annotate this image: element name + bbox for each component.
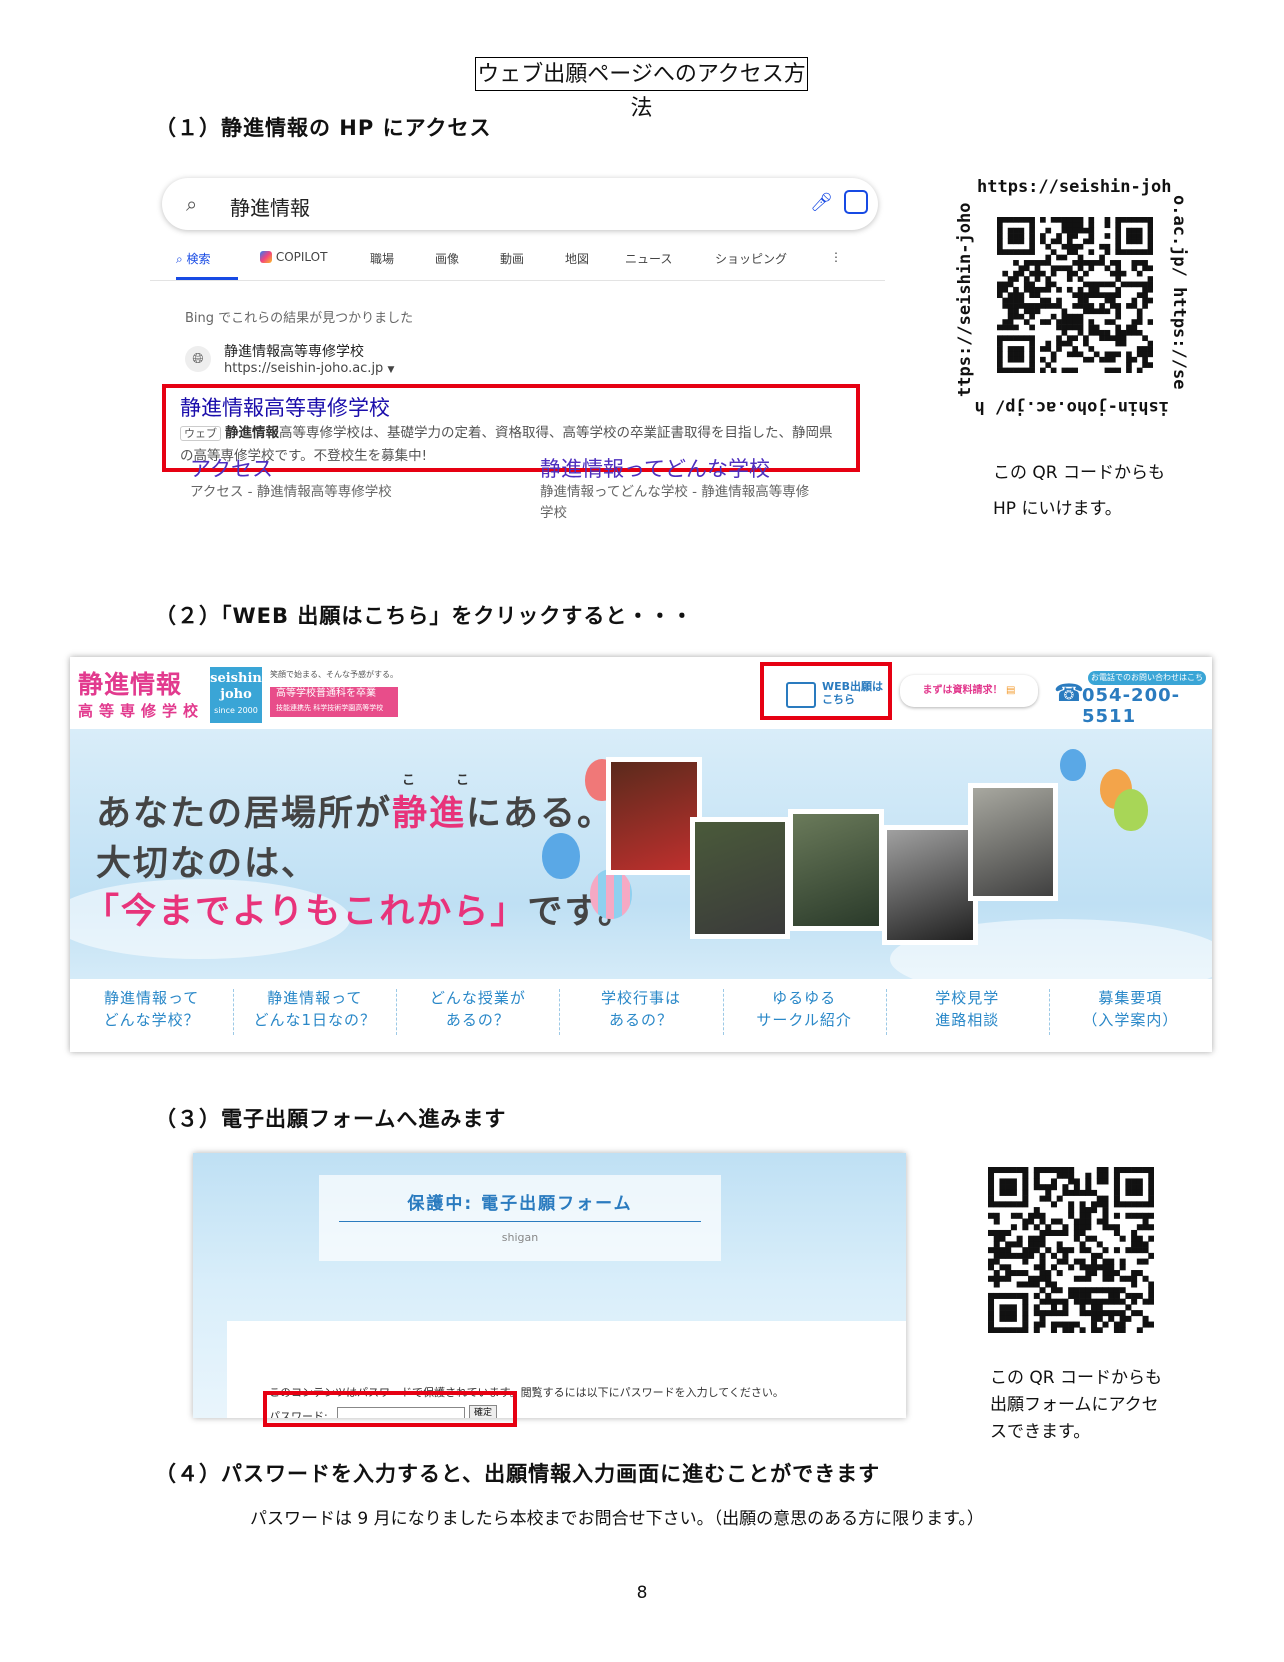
copilot-icon <box>260 251 272 263</box>
tab-images[interactable]: 画像 <box>435 250 459 267</box>
nav-item-2[interactable]: 静進情報って どんな1日なの？ <box>233 987 396 1039</box>
nav-item-6[interactable]: 学校見学 進路相談 <box>886 987 1049 1039</box>
search-icon: ⌕ <box>186 192 198 216</box>
qr-code-form <box>988 1167 1154 1333</box>
nav-separator <box>396 989 398 1035</box>
tab-work[interactable]: 職場 <box>370 250 394 267</box>
form-title: 保護中: 電子出願フォーム <box>407 1194 633 1214</box>
nav-item-7[interactable]: 募集要項 （入学案内） <box>1049 987 1212 1039</box>
result-title-link[interactable]: 静進情報高等専修学校 <box>180 392 390 422</box>
request-materials-button[interactable]: まずは資料請求！ ▤ <box>900 675 1038 707</box>
hero-banner: こ こ あなたの居場所が静進にある。 大切なのは、 「今までよりもこれから」です… <box>70 729 1212 999</box>
tab-shopping[interactable]: ショッピング <box>715 250 787 267</box>
tab-copilot[interactable]: COPILOT <box>260 250 327 264</box>
sublink-about[interactable]: 静進情報ってどんな学校 <box>540 453 770 483</box>
tagline: 笑顔で始まる、そんな予感がする。 <box>270 670 398 679</box>
tab-news[interactable]: ニュース <box>625 250 672 267</box>
nav-item-1[interactable]: 静進情報って どんな学校？ <box>70 987 233 1039</box>
nav-item-4[interactable]: 学校行事は あるの？ <box>559 987 722 1039</box>
tel-number[interactable]: 054-200-5511 <box>1082 685 1212 727</box>
qr-url-bottom: ishin-joho.ac.jp/ h <box>974 397 1169 417</box>
nav-separator <box>885 989 887 1035</box>
web-application-button[interactable]: WEB出願は こちら <box>760 662 892 720</box>
books-icon: ▤ <box>1006 685 1016 696</box>
student-photo-5 <box>968 783 1058 901</box>
nav-item-3[interactable]: どんな授業が あるの？ <box>396 987 559 1039</box>
microphone-icon[interactable]: 🎤︎ <box>810 192 833 213</box>
web-form-icon <box>786 682 816 708</box>
more-tabs-icon[interactable]: ⋮ <box>830 250 842 264</box>
step-3-heading: （３）電子出願フォームへ進みます <box>155 1107 507 1131</box>
sublink-access-desc: アクセス - 静進情報高等専修学校 <box>190 484 392 500</box>
school-website-screenshot: 静進情報 高等専修学校 seishin joho since 2000 笑顔で始… <box>70 657 1212 1052</box>
qr1-caption-1: この QR コードからも <box>993 463 1166 483</box>
hero-line-1: あなたの居場所が静進にある。 <box>96 794 615 834</box>
phone-icon: ☎︎ <box>1054 679 1084 707</box>
student-photo-2 <box>690 817 790 939</box>
student-photo-3 <box>788 809 884 931</box>
web-button-line1: WEB出願は <box>822 680 884 693</box>
tel-label: お電話でのお問い合わせはこちら <box>1088 671 1206 696</box>
sublink-about-desc: 静進情報ってどんな学校 - 静進情報高等専修学校 <box>540 484 810 521</box>
balloon-blue <box>542 833 580 879</box>
page-number: 8 <box>636 1583 648 1603</box>
qr-url-top: https://seishin-joh <box>977 177 1172 197</box>
step-1-heading: （１）静進情報の HP にアクセス <box>155 116 492 140</box>
nav-separator <box>233 989 235 1035</box>
tab-videos[interactable]: 動画 <box>500 250 524 267</box>
form-title-card: 保護中: 電子出願フォーム shigan <box>319 1175 721 1261</box>
globe-icon: 🌐︎ <box>185 346 211 372</box>
search-box[interactable]: ⌕ 静進情報 🎤︎ <box>162 178 878 230</box>
step-2-heading: （２）「WEB 出願はこちら」をクリックすると・・・ <box>155 604 694 628</box>
active-tab-indicator <box>176 277 238 280</box>
search-input[interactable]: 静進情報 <box>230 192 310 221</box>
application-form-screenshot: 保護中: 電子出願フォーム shigan このコンテンツはパスワードで保護されて… <box>193 1153 906 1418</box>
search-tabs: ⌕ 検索 COPILOT 職場 画像 動画 地図 ニュース ショッピング ⋮ <box>150 240 885 281</box>
results-intro: Bing でこれらの結果が見つかりました <box>185 311 414 326</box>
nav-item-5[interactable]: ゆるゆる サークル紹介 <box>723 987 886 1039</box>
chevron-down-icon: ▼ <box>387 365 395 375</box>
hero-line-3: 「今までよりもこれから」です。 <box>84 892 635 932</box>
site-nav: 静進情報って どんな学校？ 静進情報って どんな1日なの？ どんな授業が あるの？ 学校行事… <box>70 979 1212 1052</box>
tab-maps[interactable]: 地図 <box>565 250 589 267</box>
page-title: ウェブ出願ページへのアクセス方法 <box>475 57 808 121</box>
balloon-blue-small <box>1060 749 1086 781</box>
password-note: パスワードは 9 月になりましたら本校までお問合せ下さい。（出願の意思のある方に… <box>250 1509 984 1529</box>
nav-separator <box>559 989 561 1035</box>
visual-search-icon[interactable] <box>844 190 868 214</box>
step-4-heading: （４）パスワードを入力すると、出願情報入力画面に進むことができます <box>155 1462 881 1486</box>
bing-search-screenshot: ⌕ 静進情報 🎤︎ ⌕ 検索 COPILOT 職場 画像 動画 地図 ニュース … <box>150 170 885 550</box>
sublink-access[interactable]: アクセス <box>190 453 273 483</box>
result-site-url[interactable]: https://seishin-joho.ac.jp ▼ <box>224 361 394 376</box>
hot-air-balloon <box>590 869 632 919</box>
qr2-caption-1: この QR コードからも <box>990 1368 1163 1388</box>
student-photo-4 <box>882 825 978 945</box>
site-header: 静進情報 高等専修学校 seishin joho since 2000 笑顔で始… <box>70 657 1212 729</box>
balloon-green <box>1114 789 1148 831</box>
qr-code-homepage: https://seishin-joh o.ac.jp/ https://se … <box>955 175 1189 417</box>
nav-separator <box>1048 989 1050 1035</box>
seishin-badge: seishin joho since 2000 <box>210 667 262 723</box>
site-logo-sub: 高等専修学校 <box>78 702 205 720</box>
qr1-caption-2: HP にいけます。 <box>993 499 1122 519</box>
qr2-caption-2: 出願フォームにアクセ <box>990 1395 1159 1415</box>
course-badge: 高等学校普通科を卒業 技能連携先 科学技術学園高等学校 <box>270 687 398 717</box>
qr-matrix-1 <box>997 217 1153 373</box>
divider <box>339 1221 701 1222</box>
site-logo[interactable]: 静進情報 <box>78 665 182 701</box>
tab-search[interactable]: ⌕ 検索 <box>176 250 211 267</box>
nav-separator <box>722 989 724 1035</box>
form-subtitle: shigan <box>501 1231 539 1244</box>
highlight-box-password <box>263 1391 517 1427</box>
hero-line-2: 大切なのは、 <box>96 844 319 884</box>
qr2-caption-3: スできます。 <box>990 1422 1091 1442</box>
web-button-line2: こちら <box>822 693 855 706</box>
student-photo-1 <box>606 757 702 875</box>
qr-url-left: ttps://seishin-joho <box>955 202 975 397</box>
result-site-name: 静進情報高等専修学校 <box>224 344 364 360</box>
qr-url-right: o.ac.jp/ https://se <box>1169 195 1189 390</box>
